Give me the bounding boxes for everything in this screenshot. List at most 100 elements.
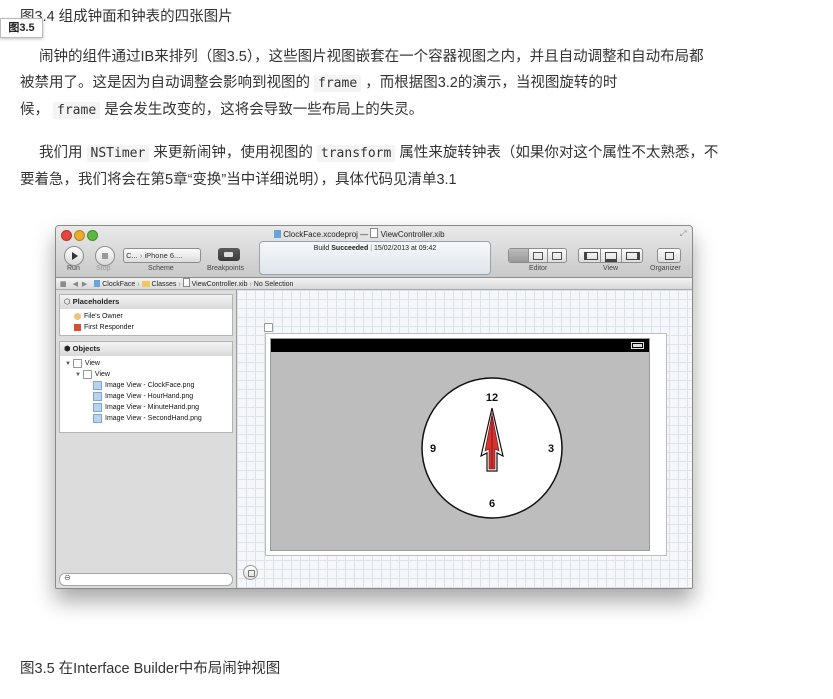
organizer-icon: [665, 252, 674, 260]
outline-item-files-owner[interactable]: File's Owner: [74, 311, 232, 322]
simulated-status-bar: [271, 339, 649, 352]
paragraph2-line2: 要着急，我们将会在第5章“变换”当中详细说明），具体代码见清单3.1: [20, 172, 457, 188]
title-file: ViewController.xib: [380, 230, 445, 239]
clock-numeral-12: 12: [486, 392, 498, 404]
files-owner-icon: [74, 312, 81, 320]
activity-view: Build Succeeded | 15/02/2013 at 09:42: [259, 241, 491, 275]
zoom-window-button[interactable]: [87, 230, 98, 241]
paragraph1-line2: 被禁用了。这是因为自动调整会影响到视图的 frame ，而根据图3.2的演示，当…: [20, 70, 617, 97]
tree-item-view[interactable]: ▼ View: [65, 358, 232, 369]
forward-arrow-icon[interactable]: ▶: [82, 281, 87, 288]
paragraph1-line2-tail: ，而根据图3.2的演示，当视图旋转的时: [365, 75, 618, 91]
paragraph1-line3-text: 候，: [20, 102, 49, 118]
placeholders-list: File's Owner First Responder: [59, 309, 233, 336]
objects-header[interactable]: ⬢ Objects: [59, 341, 233, 357]
paragraph2-line1-tail: 属性来旋转钟表（如果你对这个属性不太熟悉，不: [399, 145, 719, 161]
jump-project[interactable]: ClockFace: [102, 281, 135, 288]
tree-item-image-view[interactable]: Image View - ClockFace.png: [93, 380, 232, 391]
version-editor-icon[interactable]: [552, 252, 562, 260]
image-view-label: Image View - SecondHand.png: [105, 415, 202, 422]
run-label: Run: [67, 265, 80, 272]
jump-folder[interactable]: Classes: [152, 281, 177, 288]
clock-face-image[interactable]: 12 3 6 9: [421, 377, 563, 519]
organizer-label: Organizer: [650, 265, 681, 272]
assistant-editor-icon[interactable]: [533, 252, 543, 260]
breakpoints-button[interactable]: [218, 248, 240, 261]
image-view-label: Image View - MinuteHand.png: [105, 404, 200, 411]
zoom-icon: [248, 570, 255, 577]
project-icon: [94, 280, 101, 287]
utilities-toggle-icon[interactable]: [626, 252, 640, 260]
tree-item-subview[interactable]: ▼ View: [75, 369, 232, 380]
image-view-icon: [93, 402, 102, 412]
outline-filter-field[interactable]: ⊖: [59, 573, 233, 586]
build-separator: |: [370, 245, 373, 252]
title-separator: —: [360, 230, 369, 239]
objects-tree: ▼ View ▼ View Image View - ClockFace.png…: [59, 356, 233, 433]
image-view-icon: [93, 380, 102, 390]
outline-item-first-responder[interactable]: First Responder: [74, 322, 232, 333]
interface-builder-canvas[interactable]: 12 3 6 9: [237, 290, 692, 588]
scene-frame: 12 3 6 9: [265, 333, 667, 556]
build-date: 15/02/2013 at 09:42: [373, 245, 437, 252]
run-button[interactable]: [64, 246, 84, 266]
inline-code-frame: frame: [53, 102, 101, 119]
xcode-window: ClockFace.xcodeproj — ViewController.xib…: [55, 225, 693, 589]
placeholders-label: Placeholders: [72, 297, 120, 306]
breakpoint-icon: [224, 252, 233, 257]
jump-bar: ▦ ◀ ▶ ClockFace › Classes › ViewControll…: [56, 278, 692, 290]
minimize-window-button[interactable]: [74, 230, 85, 241]
fullscreen-icon[interactable]: ⤢: [680, 229, 686, 239]
placeholders-header[interactable]: ⬡ Placeholders: [59, 294, 233, 310]
clock-numeral-3: 3: [548, 443, 554, 455]
view-label: View: [84, 360, 100, 367]
editor-label: Editor: [529, 265, 548, 272]
folder-icon: [141, 281, 150, 287]
disclosure-triangle-icon[interactable]: ▼: [65, 361, 71, 367]
scheme-selector[interactable]: C... › iPhone 6....: [123, 248, 201, 263]
debug-toggle-icon[interactable]: [605, 252, 617, 262]
zoom-canvas-button[interactable]: [243, 565, 258, 580]
objects-label: Objects: [72, 344, 101, 353]
paragraph1-line3: 候， frame 是会发生改变的，这将会导致一些布局上的失灵。: [20, 97, 423, 124]
document-outline: ⬡ Placeholders File's Owner First Respon…: [56, 290, 237, 588]
paragraph2-line1: 我们用 NSTimer 来更新闹钟，使用视图的 transform 属性来旋转钟…: [39, 140, 718, 167]
editor-segmented-control[interactable]: [508, 248, 567, 263]
standard-editor-icon[interactable]: [509, 249, 528, 262]
tree-item-image-view[interactable]: Image View - MinuteHand.png: [93, 402, 232, 413]
view-segmented-control[interactable]: [578, 248, 643, 263]
xib-file-icon: [370, 228, 379, 238]
inline-code-transform: transform: [316, 145, 396, 162]
scene-handle-icon[interactable]: [264, 323, 273, 332]
close-window-button[interactable]: [61, 230, 72, 241]
paragraph2-line1-mid: 来更新闹钟，使用视图的: [153, 145, 313, 161]
paragraph1-line2-text: 被禁用了。这是因为自动调整会影响到视图的: [20, 75, 310, 91]
play-icon: [72, 252, 78, 260]
first-responder-icon: [74, 323, 81, 331]
back-arrow-icon[interactable]: ◀: [73, 281, 78, 288]
clock-numeral-9: 9: [430, 443, 436, 455]
xib-file-icon: [182, 278, 190, 287]
inline-code-frame: frame: [314, 75, 362, 92]
figure-caption-bottom: 图3.5 在Interface Builder中布局闹钟视图: [20, 661, 281, 677]
stop-icon: [102, 253, 108, 259]
disclosure-triangle-icon[interactable]: ▼: [75, 372, 81, 378]
breakpoints-label: Breakpoints: [207, 265, 244, 272]
navigator-toggle-icon[interactable]: [584, 252, 598, 260]
related-items-icon[interactable]: ▦: [60, 281, 67, 288]
tree-item-image-view[interactable]: Image View - SecondHand.png: [93, 413, 232, 424]
root-view[interactable]: 12 3 6 9: [270, 338, 650, 551]
paragraph2-line1-text: 我们用: [39, 145, 83, 161]
figure-caption-top: 图3.4 组成钟面和钟表的四张图片: [20, 9, 233, 25]
tree-item-image-view[interactable]: Image View - HourHand.png: [93, 391, 232, 402]
stop-button[interactable]: [95, 246, 115, 266]
jump-selection[interactable]: No Selection: [254, 281, 294, 288]
xcodeproj-icon: [274, 230, 281, 238]
clock-numeral-6: 6: [489, 498, 495, 510]
jump-file[interactable]: ViewController.xib: [192, 281, 248, 288]
image-view-label: Image View - ClockFace.png: [105, 382, 195, 389]
organizer-button[interactable]: [657, 248, 681, 263]
paragraph1-line3-tail: 是会发生改变的，这将会导致一些布局上的失灵。: [104, 102, 424, 118]
scheme-value: C...: [126, 251, 138, 260]
view-icon: [72, 358, 82, 368]
